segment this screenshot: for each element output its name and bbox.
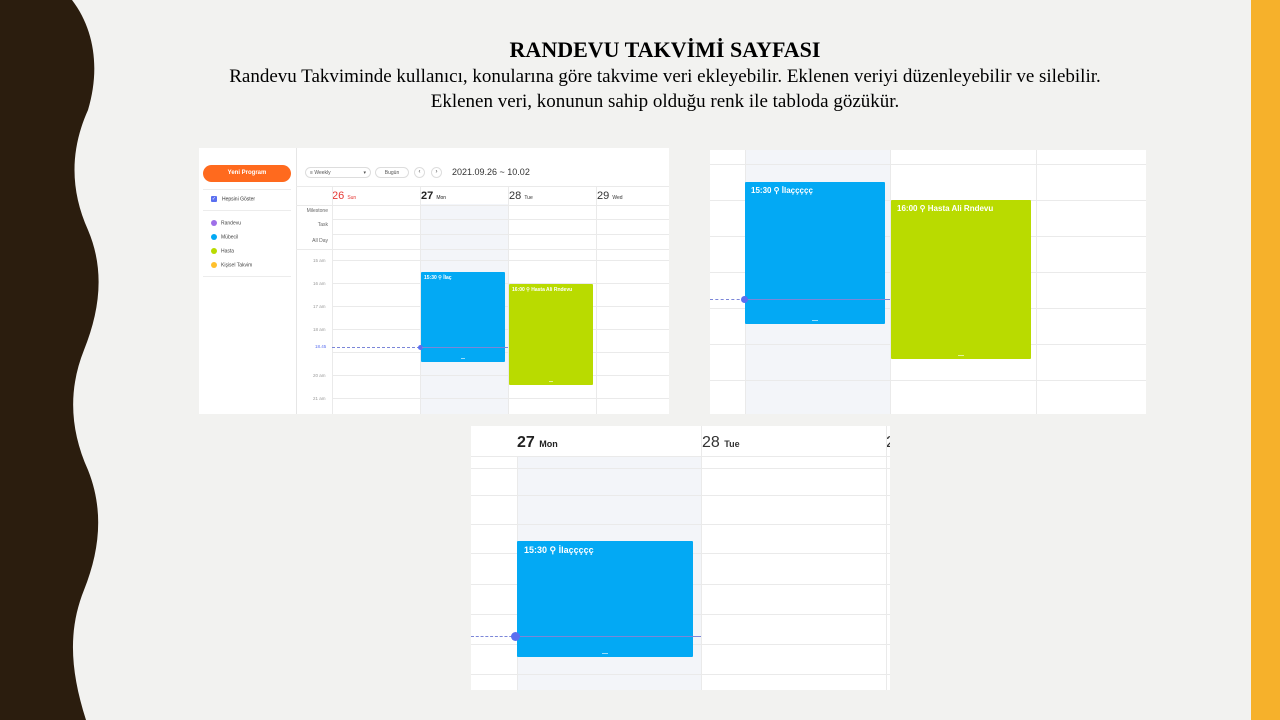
day-header-tue[interactable]: 28 Tue [509,190,533,202]
current-time-dot [741,296,748,303]
grid-line [332,398,669,399]
calendar-color-dot [211,220,217,226]
show-all-label: Hepsini Göster [222,196,256,203]
new-program-button[interactable]: Yeni Program [203,165,291,182]
calendar-color-dot [211,262,217,268]
slide-description-line-1: Randevu Takviminde kullanıcı, konularına… [229,66,1101,87]
event-ilac[interactable]: 15:30 ⚲ İlaççççç [745,182,885,324]
slide-description-line-2: Eklenen veri, konunun sahip olduğu renk … [430,91,900,112]
grid-line [471,674,890,675]
slide-heading: RANDEVU TAKVİMİ SAYFASI Randevu Takvimin… [110,36,1220,114]
grid-line [710,380,1146,381]
grid-line [332,375,669,376]
slide-title: RANDEVU TAKVİMİ SAYFASI [509,37,821,62]
day-header-wed[interactable]: 29 Wed [597,190,623,202]
grid-line [332,260,669,261]
grid-line [596,187,597,414]
current-time-line [746,299,890,300]
grid-line [471,495,890,496]
calendar-screenshot-zoom-single-event: 27 Mon 28 Tue 2 15:30 ⚲ İlaççççç [471,426,890,690]
resize-handle[interactable] [549,381,553,382]
grid-line [332,187,333,414]
hour-label: 21 am [313,396,326,401]
resize-handle[interactable] [958,355,964,356]
row-label-milestone: Milestone [306,208,328,214]
event-title: 15:30 ⚲ İlaç [424,275,452,281]
chevron-down-icon: ▾ [363,170,366,176]
event-hasta-ali[interactable]: 16:00 ⚲ Hasta Ali Rndevu [891,200,1031,359]
calendar-color-dot [211,234,217,240]
sidebar-divider [203,210,291,211]
right-accent-strip [1251,0,1280,720]
resize-handle[interactable] [461,358,465,359]
day-header-sun[interactable]: 26 Sun [332,190,356,202]
toolbar-divider [296,186,669,187]
day-header-mon[interactable]: 27 Mon [421,190,446,202]
calendar-item-kisisel[interactable]: Kişisel Takvim [211,262,252,268]
view-select-value: Weekly [314,170,331,176]
grid-line [296,249,669,250]
event-ilac[interactable]: 15:30 ⚲ İlaççççç [517,541,693,657]
resize-handle[interactable] [812,320,818,321]
current-time-line [517,636,701,637]
grid-line [296,205,669,206]
show-all-checkbox[interactable]: ✓ Hepsini Göster [211,196,255,202]
event-title: 16:00 ⚲ Hasta Ali Rndevu [897,204,994,213]
calendar-item-randevu[interactable]: Randevu [211,220,241,226]
row-label-task: Task [317,222,328,228]
calendar-item-label: Mübecil [221,234,239,241]
row-label-all-day: All Day [312,238,328,244]
view-select[interactable]: ≡ Weekly ▾ [305,167,371,178]
event-title: 16:00 ⚲ Hasta Ali Rndevu [512,287,573,293]
day-header-mon[interactable]: 27 Mon [517,434,558,452]
grid-line [701,426,702,690]
event-hasta-ali[interactable]: 16:00 ⚲ Hasta Ali Rndevu [509,284,593,385]
calendar-sidebar: Yeni Program ✓ Hepsini Göster Randevu Müb… [199,148,297,414]
calendar-screenshot-zoom-two-events: 15:30 ⚲ İlaççççç 16:00 ⚲ Hasta Ali Rndev… [710,150,1146,414]
event-ilac[interactable]: 15:30 ⚲ İlaç [421,272,505,362]
grid-line [471,524,890,525]
date-range: 2021.09.26 ~ 10.02 [452,167,530,177]
hour-label: 16 am [313,281,326,286]
resize-handle[interactable] [602,653,608,654]
current-time-line [422,347,508,348]
calendar-item-label: Kişisel Takvim [221,262,253,269]
calendar-item-label: Hasta [221,248,235,255]
calendar-item-mubecil[interactable]: Mübecil [211,234,238,240]
checkbox-icon: ✓ [211,196,217,202]
chevron-right-icon[interactable]: › [431,167,442,178]
day-header-tue[interactable]: 28 Tue [702,434,740,452]
chevron-left-icon[interactable]: ‹ [414,167,425,178]
grid-line [1036,150,1037,414]
hour-label: 17 am [313,304,326,309]
grid-line [471,468,890,469]
event-title: 15:30 ⚲ İlaççççç [751,186,813,195]
today-button[interactable]: Bugün [375,167,409,178]
list-icon: ≡ [310,170,313,176]
grid-line [886,426,887,690]
calendar-color-dot [211,248,217,254]
calendar-item-hasta[interactable]: Hasta [211,248,234,254]
grid-line [332,234,669,235]
sidebar-divider [203,276,291,277]
calendar-screenshot-weekly: Yeni Program ✓ Hepsini Göster Randevu Müb… [199,148,669,414]
current-time-line [710,299,745,300]
left-wave-decoration [0,0,99,720]
current-time-line [332,347,420,348]
grid-line [710,164,1146,165]
current-time-label: 18.45 [315,344,327,349]
current-time-dot [511,632,520,641]
sidebar-divider [203,189,291,190]
event-title: 15:30 ⚲ İlaççççç [524,545,594,555]
grid-line [471,456,890,457]
hour-label: 18 am [313,327,326,332]
calendar-item-label: Randevu [221,220,242,227]
hour-label: 15 am [313,258,326,263]
hour-label: 20 am [313,373,326,378]
grid-line [332,219,669,220]
